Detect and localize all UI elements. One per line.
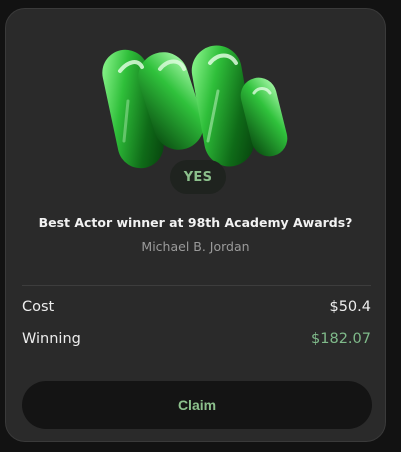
selected-outcome-name: Michael B. Jordan — [141, 239, 250, 254]
green-glass-w-logo-icon — [98, 31, 298, 181]
winning-label: Winning — [22, 331, 81, 347]
cost-label: Cost — [22, 299, 55, 315]
claim-button[interactable]: Claim — [22, 381, 372, 429]
winning-value: $182.07 — [311, 331, 371, 347]
market-question: Best Actor winner at 98th Academy Awards… — [38, 215, 353, 230]
divider — [22, 285, 371, 286]
winning-row: Winning $182.07 — [22, 331, 371, 347]
cost-row: Cost $50.4 — [22, 299, 371, 315]
position-card: YES Best Actor winner at 98th Academy Aw… — [5, 8, 386, 442]
outcome-badge: YES — [170, 160, 226, 194]
cost-value: $50.4 — [329, 299, 371, 315]
